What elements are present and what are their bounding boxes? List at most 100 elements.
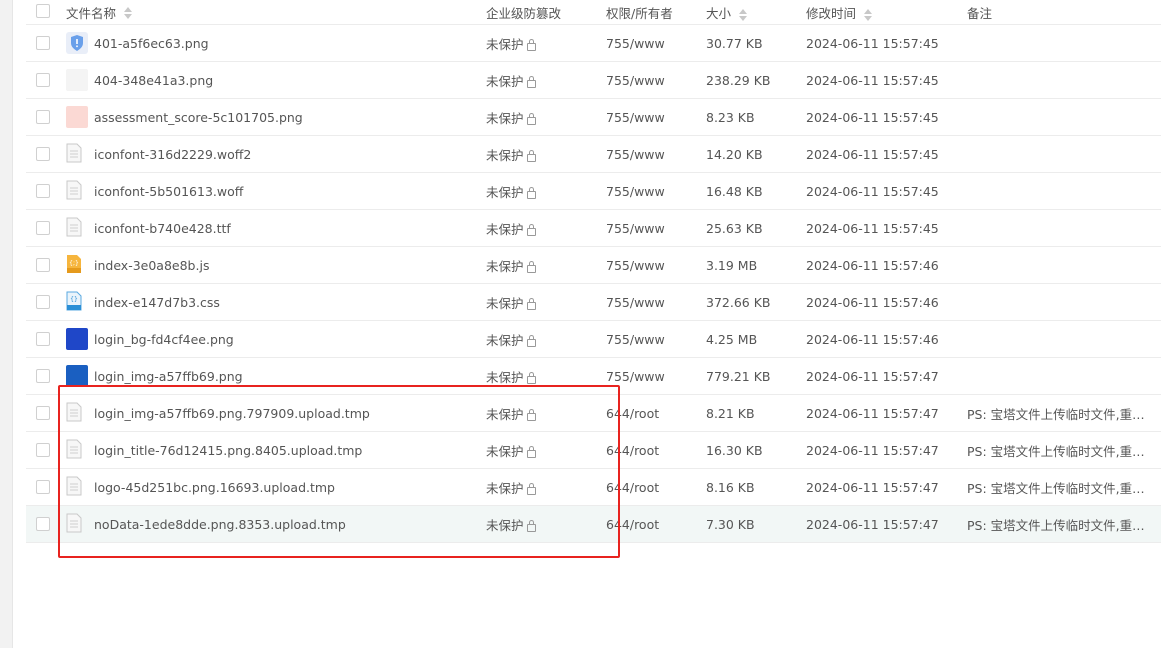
protection-cell[interactable]: 未保护 <box>486 293 596 312</box>
file-name-link[interactable]: index-e147d7b3.css <box>94 295 220 310</box>
permission-cell[interactable]: 755/www <box>606 332 696 347</box>
table-row[interactable]: login_img-a57ffb69.png.797909.upload.tmp… <box>26 395 1161 432</box>
protection-cell[interactable]: 未保护 <box>486 441 596 460</box>
row-checkbox[interactable] <box>36 258 50 272</box>
note-cell[interactable]: PS: 宝塔文件上传临时文件,重新... <box>967 441 1147 460</box>
column-header-size[interactable]: 大小 <box>706 3 796 22</box>
sort-icon[interactable] <box>864 8 873 21</box>
table-row[interactable]: login_img-a57ffb69.png 未保护 755/www 779.21 K… <box>26 358 1161 395</box>
lock-icon[interactable] <box>526 445 536 458</box>
permission-cell[interactable]: 644/root <box>606 517 696 532</box>
row-checkbox[interactable] <box>36 73 50 87</box>
permission-cell[interactable]: 755/www <box>606 295 696 310</box>
permission-cell[interactable]: 755/www <box>606 110 696 125</box>
table-row[interactable]: login_title-76d12415.png.8405.upload.tmp… <box>26 432 1161 469</box>
file-name-link[interactable]: login_img-a57ffb69.png.797909.upload.tmp <box>94 406 370 421</box>
file-icon <box>66 439 84 461</box>
lock-icon[interactable] <box>526 38 536 51</box>
lock-icon[interactable] <box>526 186 536 199</box>
column-header-name[interactable]: 文件名称 <box>66 3 466 22</box>
sort-icon[interactable] <box>739 8 748 21</box>
note-cell[interactable]: PS: 宝塔文件上传临时文件,重新... <box>967 478 1147 497</box>
protection-cell[interactable]: 未保护 <box>486 108 596 127</box>
file-name-link[interactable]: logo-45d251bc.png.16693.upload.tmp <box>94 480 335 495</box>
table-row[interactable]: noData-1ede8dde.png.8353.upload.tmp 未保护 64… <box>26 506 1161 543</box>
row-checkbox[interactable] <box>36 517 50 531</box>
permission-cell[interactable]: 755/www <box>606 258 696 273</box>
permission-cell[interactable]: 755/www <box>606 73 696 88</box>
file-name-link[interactable]: index-3e0a8e8b.js <box>94 258 209 273</box>
lock-icon[interactable] <box>526 408 536 421</box>
lock-icon[interactable] <box>526 371 536 384</box>
file-name-link[interactable]: noData-1ede8dde.png.8353.upload.tmp <box>94 517 346 532</box>
row-checkbox[interactable] <box>36 147 50 161</box>
file-name-link[interactable]: iconfont-316d2229.woff2 <box>94 147 251 162</box>
lock-icon[interactable] <box>526 334 536 347</box>
file-name-link[interactable]: 404-348e41a3.png <box>94 73 213 88</box>
lock-icon[interactable] <box>526 149 536 162</box>
file-name-link[interactable]: login_img-a57ffb69.png <box>94 369 243 384</box>
permission-cell[interactable]: 644/root <box>606 480 696 495</box>
lock-icon[interactable] <box>526 75 536 88</box>
protection-cell[interactable]: 未保护 <box>486 478 596 497</box>
row-checkbox[interactable] <box>36 443 50 457</box>
protection-cell[interactable]: 未保护 <box>486 256 596 275</box>
column-header-modified[interactable]: 修改时间 <box>806 3 956 22</box>
permission-cell[interactable]: 755/www <box>606 184 696 199</box>
protection-cell[interactable]: 未保护 <box>486 182 596 201</box>
protection-cell[interactable]: 未保护 <box>486 145 596 164</box>
file-name-link[interactable]: login_bg-fd4cf4ee.png <box>94 332 234 347</box>
file-name-link[interactable]: iconfont-5b501613.woff <box>94 184 243 199</box>
permission-cell[interactable]: 755/www <box>606 147 696 162</box>
lock-icon[interactable] <box>526 112 536 125</box>
table-row[interactable]: assessment_score-5c101705.png 未保护 755/www 8… <box>26 99 1161 136</box>
row-checkbox[interactable] <box>36 295 50 309</box>
row-checkbox[interactable] <box>36 184 50 198</box>
table-row[interactable]: {} index-e147d7b3.css 未保护 755/www 372.66 KB 2… <box>26 284 1161 321</box>
table-row[interactable]: iconfont-316d2229.woff2 未保护 755/www 14.20 K… <box>26 136 1161 173</box>
protection-cell[interactable]: 未保护 <box>486 367 596 386</box>
permission-cell[interactable]: 644/root <box>606 406 696 421</box>
permission-cell[interactable]: 755/www <box>606 221 696 236</box>
row-checkbox[interactable] <box>36 221 50 235</box>
sort-icon[interactable] <box>124 6 133 19</box>
protection-cell[interactable]: 未保护 <box>486 404 596 423</box>
file-name-link[interactable]: assessment_score-5c101705.png <box>94 110 303 125</box>
note-cell[interactable]: PS: 宝塔文件上传临时文件,重新... <box>967 515 1147 534</box>
protection-cell[interactable]: 未保护 <box>486 34 596 53</box>
row-checkbox[interactable] <box>36 369 50 383</box>
file-name-link[interactable]: iconfont-b740e428.ttf <box>94 221 231 236</box>
table-row[interactable]: 401-a5f6ec63.png 未保护 755/www 30.77 KB 2024-0… <box>26 25 1161 62</box>
file-name-link[interactable]: 401-a5f6ec63.png <box>94 36 209 51</box>
protection-status: 未保护 <box>486 221 524 237</box>
select-all-checkbox[interactable] <box>36 4 50 18</box>
table-row[interactable]: logo-45d251bc.png.16693.upload.tmp 未保护 644… <box>26 469 1161 506</box>
lock-icon[interactable] <box>526 297 536 310</box>
file-name-cell: login_bg-fd4cf4ee.png <box>66 328 466 350</box>
row-checkbox[interactable] <box>36 332 50 346</box>
row-checkbox[interactable] <box>36 406 50 420</box>
protection-cell[interactable]: 未保护 <box>486 219 596 238</box>
row-checkbox[interactable] <box>36 36 50 50</box>
permission-cell[interactable]: 755/www <box>606 36 696 51</box>
table-row[interactable]: iconfont-b740e428.ttf 未保护 755/www 25.63 KB 2… <box>26 210 1161 247</box>
protection-cell[interactable]: 未保护 <box>486 71 596 90</box>
table-row[interactable]: {;} index-3e0a8e8b.js 未保护 755/www 3.19 MB 202… <box>26 247 1161 284</box>
table-row[interactable]: 404-348e41a3.png 未保护 755/www 238.29 KB 2024-… <box>26 62 1161 99</box>
file-name-cell: {} index-e147d7b3.css <box>66 291 466 313</box>
file-name-link[interactable]: login_title-76d12415.png.8405.upload.tmp <box>94 443 362 458</box>
css-file-icon: {} <box>66 291 84 313</box>
note-cell[interactable]: PS: 宝塔文件上传临时文件,重新... <box>967 404 1147 423</box>
row-checkbox[interactable] <box>36 110 50 124</box>
table-row[interactable]: login_bg-fd4cf4ee.png 未保护 755/www 4.25 MB 20… <box>26 321 1161 358</box>
protection-cell[interactable]: 未保护 <box>486 330 596 349</box>
table-row[interactable]: iconfont-5b501613.woff 未保护 755/www 16.48 KB… <box>26 173 1161 210</box>
row-checkbox[interactable] <box>36 480 50 494</box>
protection-cell[interactable]: 未保护 <box>486 515 596 534</box>
permission-cell[interactable]: 755/www <box>606 369 696 384</box>
lock-icon[interactable] <box>526 519 536 532</box>
permission-cell[interactable]: 644/root <box>606 443 696 458</box>
lock-icon[interactable] <box>526 223 536 236</box>
lock-icon[interactable] <box>526 260 536 273</box>
lock-icon[interactable] <box>526 482 536 495</box>
